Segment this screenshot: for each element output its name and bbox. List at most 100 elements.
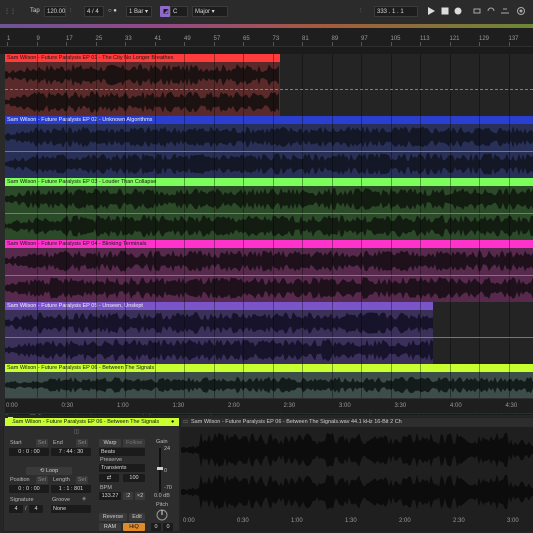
clip-title[interactable]: Sam Wilson - Future Paralysis EP 04 - Bl… [5,240,533,248]
menu-icon[interactable]: ⋮⋮ [4,8,16,15]
hiq-button[interactable]: HiQ [123,523,145,531]
start-set-button[interactable]: Set [36,439,48,447]
sample-time-ruler[interactable]: 0:00 0:30 1:00 1:30 2:00 2:30 3:00 [181,516,533,528]
gain-slider[interactable] [159,448,161,492]
quantize-select[interactable]: 1 Bar ▾ [126,6,152,17]
loop-mode-select[interactable]: ⇄ [99,474,119,482]
time-label: 1:00 [117,403,129,409]
sample-waveform[interactable] [181,428,533,514]
bpm-field[interactable]: 133.27 [99,492,121,500]
follow-button[interactable]: Follow [123,439,145,447]
pitch-semitones[interactable]: 0 [151,523,161,531]
grid-line [36,302,38,364]
track-gutter[interactable] [0,302,5,364]
clip-color-icon[interactable]: ● [171,419,174,425]
bar-tick [272,42,274,46]
track-gutter[interactable] [0,54,5,116]
key-select[interactable]: C [170,6,188,17]
start-field[interactable]: 0 : 0 : 00 [9,448,49,456]
time-ruler[interactable]: 0:00 0:30 1:00 1:30 2:00 2:30 3:00 3:30 4:00 4:30 [0,398,533,414]
play-icon[interactable] [426,6,436,16]
grid-line [331,240,333,302]
metronome-icon[interactable]: ○ ● [108,8,117,14]
signature-denominator[interactable]: 4 [29,505,43,513]
clip-title[interactable]: Sam Wilson - Future Paralysis EP 01 - Th… [5,54,282,62]
preserve-select[interactable]: Transients [99,464,145,472]
grid-line [95,240,97,302]
time-signature-field[interactable]: 4 / 4 [84,6,104,17]
grid-line [420,302,421,364]
clip-title[interactable]: Sam Wilson - Future Paralysis EP 03 - Lo… [5,178,533,186]
record-icon[interactable] [453,6,463,16]
track-gutter[interactable] [0,178,5,240]
ram-button[interactable]: RAM [99,523,121,531]
grid-line [420,178,421,240]
sample-time-label: 2:00 [399,518,411,524]
warp-mode-select[interactable]: Beats [99,448,145,456]
signature-numerator[interactable]: 4 [9,505,23,513]
arrangement-position-field[interactable]: 333 . 1 . 1 [374,6,418,17]
stop-icon[interactable] [440,6,450,16]
bar-number: 121 [449,36,460,42]
grid-line [331,178,333,240]
reverse-button[interactable]: Reverse [99,513,127,521]
track-gutter[interactable] [0,116,5,178]
clip-title[interactable]: Sam Wilson - Future Paralysis EP 05 - Un… [5,302,435,310]
automation-envelope[interactable] [5,89,533,91]
bar-ruler[interactable]: 1 9 17 25 33 41 49 57 65 73 81 89 97 105 113 121 129 137 [0,24,533,47]
punch-icon[interactable] [500,6,510,16]
nudge-icon[interactable]: ⫶ [70,8,72,15]
tempo-field[interactable]: 120.00 [44,6,66,17]
track-gutter[interactable] [0,240,5,302]
grid-line [184,116,185,178]
track-gutter[interactable] [0,364,5,426]
time-label: 3:30 [394,403,407,409]
position-set-button[interactable]: Set [36,476,48,484]
automation-envelope[interactable] [5,213,533,214]
automation-envelope[interactable] [5,151,533,152]
grid-line [390,178,392,240]
scale-icon[interactable]: ◩ [160,6,170,17]
empty-lane[interactable] [280,54,533,116]
groove-pool-icon[interactable]: ◈ [82,496,86,502]
groove-select[interactable]: None [51,505,91,513]
end-set-button[interactable]: Set [76,439,88,447]
loop-icon[interactable] [486,6,496,16]
waveform-channel [5,153,533,175]
pitch-label: Pitch [156,502,169,508]
grain-field[interactable]: 100 [123,474,145,482]
waveform-channel [5,250,533,272]
automation-arm-icon[interactable] [516,6,526,16]
preserve-label: Preserve [100,457,123,463]
pitch-knob[interactable] [156,509,168,521]
grid-line [449,240,451,302]
bar-tick [154,42,156,46]
save-icon[interactable]: ◫ [74,429,79,435]
scale-select[interactable]: Major ▾ [192,6,228,17]
length-set-button[interactable]: Set [76,476,88,484]
follow-icon[interactable]: ⫶ [360,8,362,15]
clip-activator-icon[interactable] [8,417,13,422]
automation-envelope[interactable] [5,337,533,338]
pitch-detune[interactable]: 0 [163,523,173,531]
clip-title[interactable]: Sam Wilson - Future Paralysis EP 02 - Un… [5,116,533,124]
clip-title[interactable]: Sam Wilson - Future Paralysis EP 06 - Be… [5,364,533,372]
position-field[interactable]: 0 : 0 : 00 [9,485,49,493]
edit-button[interactable]: Edit [129,513,145,521]
half-tempo-button[interactable]: :2 [123,492,133,500]
warp-button[interactable]: Warp [99,439,121,447]
double-tempo-button[interactable]: ×2 [135,492,145,500]
automation-envelope[interactable] [5,275,533,276]
empty-lane[interactable] [433,302,533,364]
overdub-icon[interactable] [472,6,482,16]
tap-tempo-button[interactable]: Tap [30,8,40,14]
gain-slider-thumb[interactable] [157,467,163,470]
length-field[interactable]: 1 : 1 : 801 [51,485,91,493]
waveform-channel [5,215,533,237]
gain-value[interactable]: 0.0 dB [154,493,170,499]
clip-title[interactable]: Sam Wilson - Future Paralysis EP 06 - Be… [4,418,179,426]
loop-button[interactable]: ⟲ Loop [26,467,72,475]
grid-line [243,116,244,178]
end-field[interactable]: 7 : 44 : 30 [51,448,91,456]
overview-stripe[interactable] [0,24,533,28]
